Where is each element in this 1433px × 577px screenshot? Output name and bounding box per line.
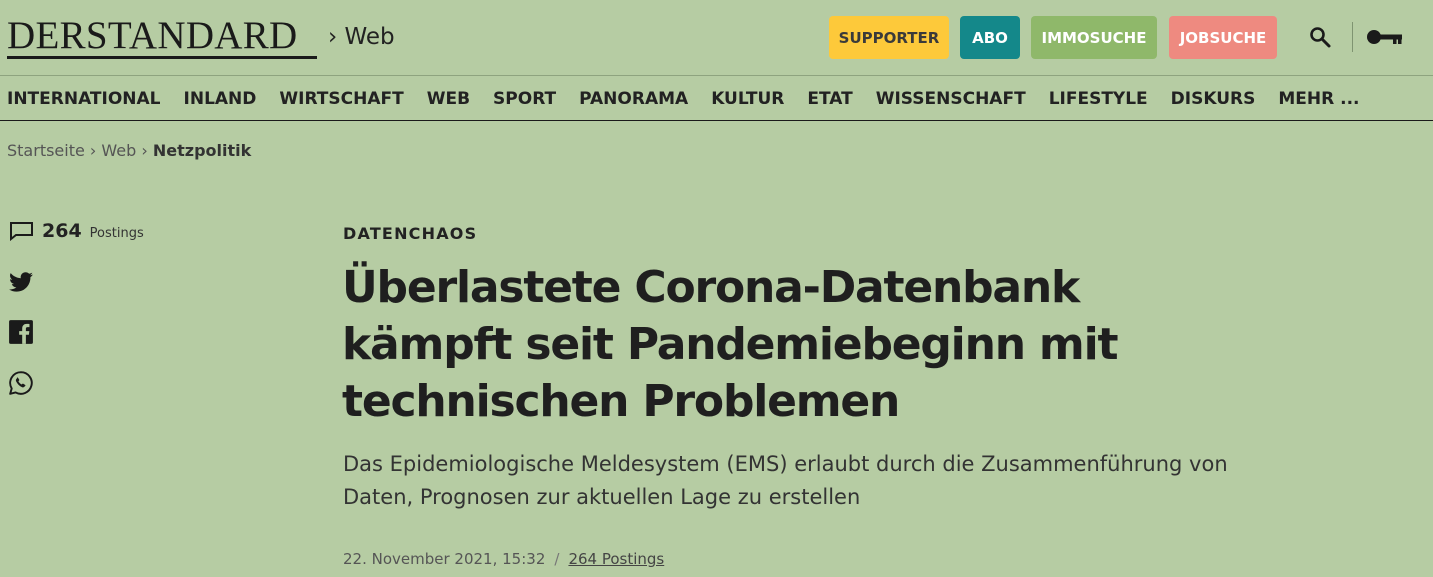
article-headline: Überlastete Corona-Datenbank kämpft seit… (342, 262, 1118, 427)
article-lead: Das Epidemiologische Meldesystem (EMS) e… (343, 452, 1228, 509)
nav-item-mehr[interactable]: MEHR ... (1278, 89, 1359, 109)
key-icon[interactable] (1366, 26, 1404, 48)
search-icon[interactable] (1308, 25, 1332, 49)
postings-count: 264 (42, 220, 82, 242)
site-logo[interactable]: DERSTANDARD (7, 16, 298, 56)
postings-link[interactable]: 264 Postings (568, 550, 664, 568)
nav-item-international[interactable]: INTERNATIONAL (7, 89, 161, 109)
breadcrumb-separator: › (141, 141, 153, 160)
breadcrumb-netzpolitik[interactable]: Netzpolitik (153, 141, 251, 160)
nav-item-wissenschaft[interactable]: WISSENSCHAFT (876, 89, 1026, 109)
meta-separator: / (554, 550, 560, 568)
article-date: 22. November 2021, 15:32 (343, 550, 546, 568)
header-rule (0, 75, 1433, 76)
breadcrumb-startseite[interactable]: Startseite (7, 141, 85, 160)
supporter-button[interactable]: SUPPORTER (829, 16, 949, 59)
whatsapp-icon[interactable] (8, 370, 34, 396)
section-label[interactable]: › Web (328, 24, 395, 50)
nav-item-kultur[interactable]: KULTUR (711, 89, 784, 109)
main-nav: INTERNATIONAL INLAND WIRTSCHAFT WEB SPOR… (0, 77, 1433, 120)
nav-item-wirtschaft[interactable]: WIRTSCHAFT (279, 89, 403, 109)
nav-item-etat[interactable]: ETAT (807, 89, 852, 109)
logo-underline (7, 56, 317, 59)
header-divider (1352, 22, 1353, 52)
nav-item-lifestyle[interactable]: LIFESTYLE (1049, 89, 1148, 109)
jobsuche-button[interactable]: JOBSUCHE (1169, 16, 1277, 59)
nav-item-diskurs[interactable]: DISKURS (1171, 89, 1256, 109)
breadcrumb-web[interactable]: Web (101, 141, 136, 160)
postings-counter[interactable]: 264 Postings (8, 220, 144, 242)
nav-item-inland[interactable]: INLAND (184, 89, 257, 109)
facebook-icon[interactable] (8, 319, 34, 345)
postings-label: Postings (89, 225, 144, 241)
breadcrumb: Startseite › Web › Netzpolitik (7, 141, 251, 160)
nav-item-sport[interactable]: SPORT (493, 89, 556, 109)
nav-item-web[interactable]: WEB (427, 89, 470, 109)
nav-item-panorama[interactable]: PANORAMA (579, 89, 688, 109)
nav-rule (0, 120, 1433, 121)
breadcrumb-separator: › (89, 141, 102, 160)
abo-button[interactable]: ABO (960, 16, 1020, 59)
article-kicker: DATENCHAOS (343, 224, 478, 243)
article-meta: 22. November 2021, 15:32 / 264 Postings (343, 550, 664, 568)
twitter-icon[interactable] (8, 269, 34, 295)
immosuche-button[interactable]: IMMOSUCHE (1031, 16, 1157, 59)
comment-icon (10, 222, 33, 241)
